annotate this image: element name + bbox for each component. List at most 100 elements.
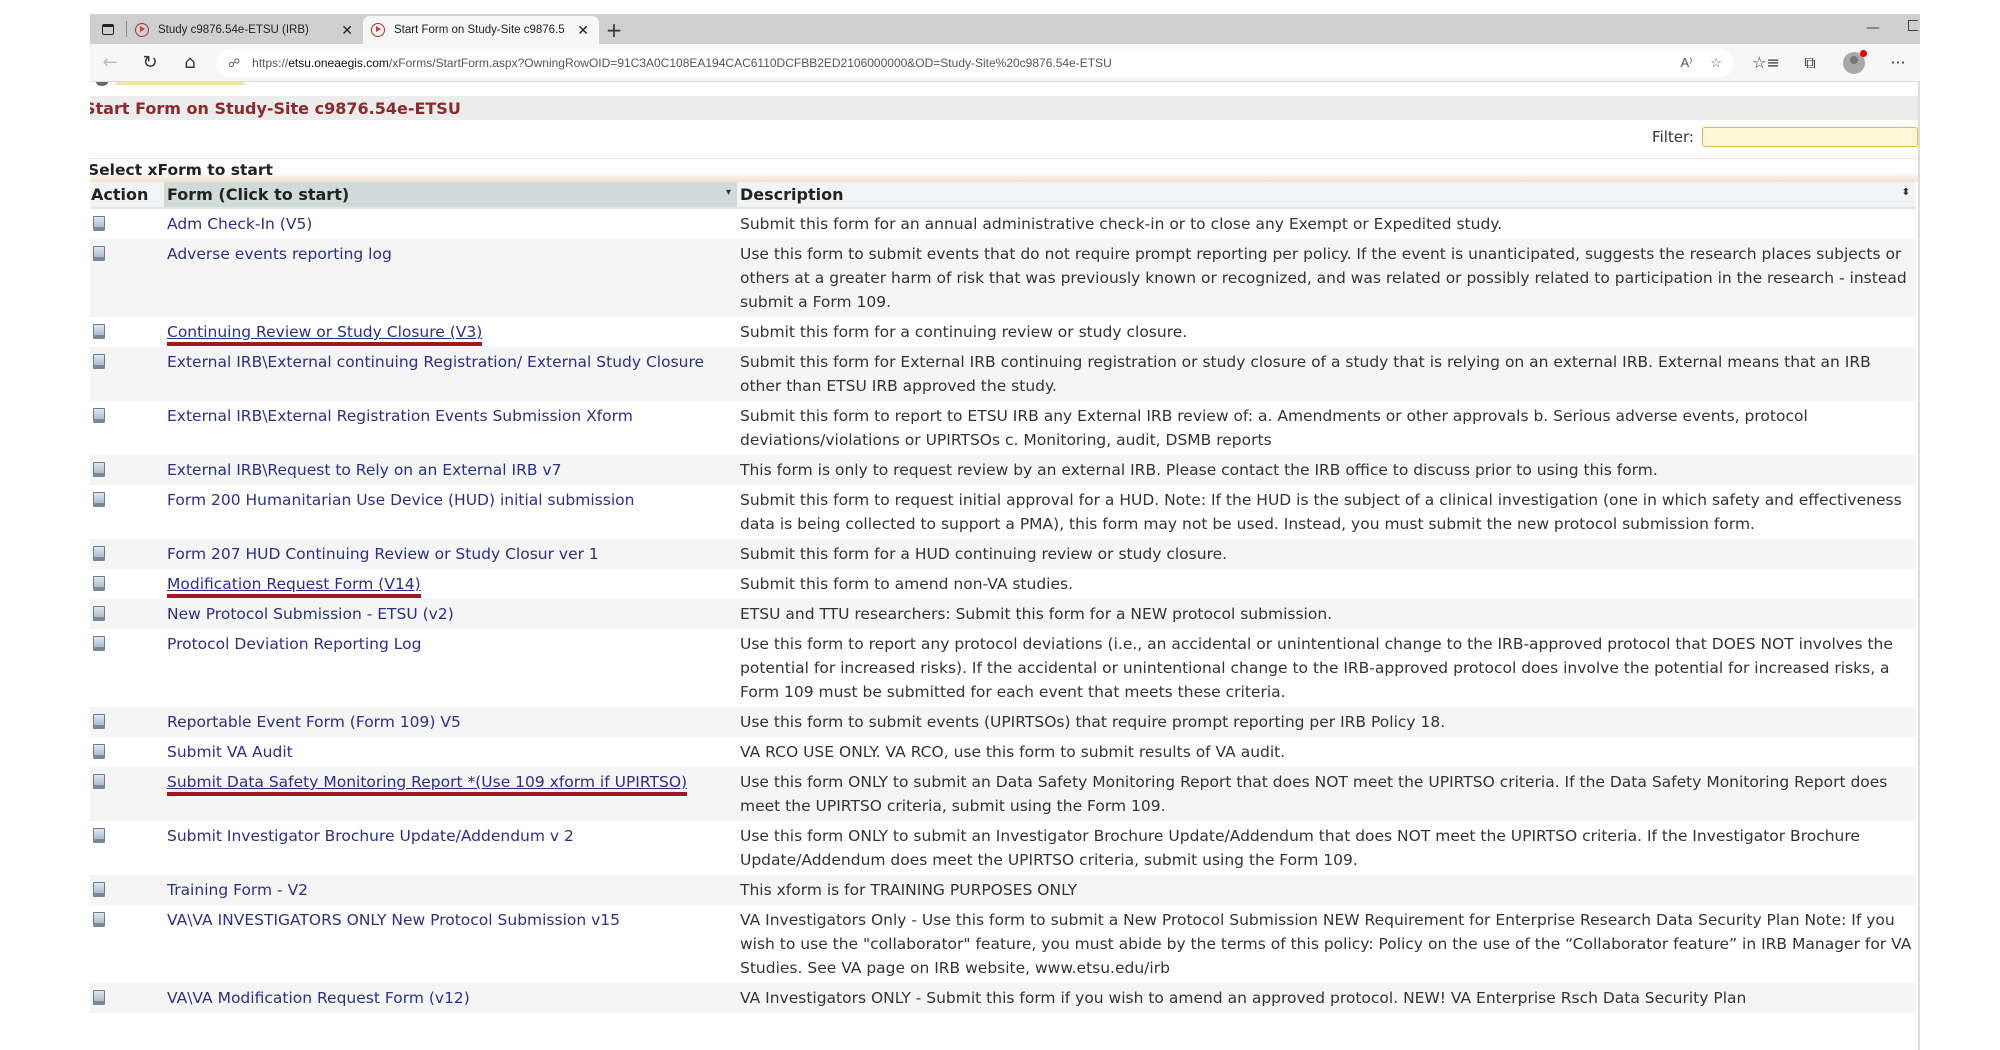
document-icon[interactable] bbox=[93, 636, 105, 651]
page-scrollbar[interactable] bbox=[1918, 82, 1920, 1050]
form-link[interactable]: Protocol Deviation Reporting Log bbox=[167, 635, 421, 653]
action-cell bbox=[90, 629, 164, 707]
description-cell: Use this form to report any protocol dev… bbox=[737, 629, 1916, 707]
action-cell bbox=[90, 455, 164, 485]
form-link[interactable]: Submit VA Audit bbox=[167, 743, 293, 761]
table-row: External IRB\Request to Rely on an Exter… bbox=[90, 455, 1916, 485]
document-icon[interactable] bbox=[93, 408, 105, 423]
document-icon[interactable] bbox=[93, 324, 105, 339]
action-cell bbox=[90, 239, 164, 317]
table-row: Protocol Deviation Reporting Log Use this… bbox=[90, 629, 1916, 707]
document-icon[interactable] bbox=[93, 462, 105, 477]
form-cell: Reportable Event Form (Form 109) V5 bbox=[164, 707, 737, 737]
action-cell bbox=[90, 875, 164, 905]
action-cell bbox=[90, 821, 164, 875]
more-menu-icon[interactable]: ··· bbox=[1876, 53, 1920, 72]
close-tab-icon[interactable]: ✕ bbox=[341, 22, 353, 39]
document-icon[interactable] bbox=[93, 354, 105, 369]
document-icon[interactable] bbox=[93, 882, 105, 897]
sort-desc-icon[interactable]: ▾ bbox=[726, 187, 731, 198]
document-icon[interactable] bbox=[93, 714, 105, 729]
action-cell bbox=[90, 905, 164, 983]
action-cell bbox=[90, 707, 164, 737]
document-icon[interactable] bbox=[93, 828, 105, 843]
document-icon[interactable] bbox=[93, 606, 105, 621]
table-row: New Protocol Submission - ETSU (v2) ETSU … bbox=[90, 599, 1916, 629]
column-header-description[interactable]: Description ⬍ bbox=[737, 182, 1916, 209]
table-row: Form 207 HUD Continuing Review or Study … bbox=[90, 539, 1916, 569]
form-cell: Continuing Review or Study Closure (V3) bbox=[164, 317, 737, 347]
site-favicon-icon bbox=[371, 23, 385, 37]
description-cell: Submit this form for a HUD continuing re… bbox=[737, 539, 1916, 569]
tab-actions-icon[interactable] bbox=[90, 14, 126, 44]
description-cell: Submit this form for External IRB contin… bbox=[737, 347, 1916, 401]
document-icon[interactable] bbox=[93, 990, 105, 1005]
form-cell: VA\VA INVESTIGATORS ONLY New Protocol Su… bbox=[164, 905, 737, 983]
form-link[interactable]: External IRB\External Registration Event… bbox=[167, 407, 633, 425]
description-cell: Submit this form to report to ETSU IRB a… bbox=[737, 401, 1916, 455]
action-cell bbox=[90, 347, 164, 401]
sort-both-icon[interactable]: ⬍ bbox=[1902, 187, 1910, 198]
read-aloud-icon[interactable]: A⁾ bbox=[1680, 55, 1692, 71]
form-cell: External IRB\Request to Rely on an Exter… bbox=[164, 455, 737, 485]
refresh-button[interactable]: ↻ bbox=[130, 44, 170, 82]
table-row: Submit VA Audit VA RCO USE ONLY. VA RCO, … bbox=[90, 737, 1916, 767]
form-link[interactable]: Reportable Event Form (Form 109) V5 bbox=[167, 713, 461, 731]
column-header-form[interactable]: Form (Click to start) ▾ bbox=[164, 182, 737, 209]
tab-start-form[interactable]: Start Form on Study-Site c9876.5 ✕ bbox=[363, 16, 599, 44]
form-link[interactable]: Form 200 Humanitarian Use Device (HUD) i… bbox=[167, 491, 634, 509]
tab-study[interactable]: Study c9876.54e-ETSU (IRB) ✕ bbox=[127, 16, 363, 44]
url-input[interactable]: ☍ https://etsu.oneaegis.com/xForms/Start… bbox=[216, 48, 1734, 77]
document-icon[interactable] bbox=[93, 576, 105, 591]
form-link[interactable]: VA\VA Modification Request Form (v12) bbox=[167, 989, 470, 1007]
home-button[interactable]: ⌂ bbox=[170, 44, 210, 82]
table-header-row: Action Form (Click to start) ▾ Descriptio… bbox=[90, 182, 1916, 209]
profile-avatar[interactable] bbox=[1843, 49, 1867, 74]
maximize-icon[interactable] bbox=[1908, 20, 1918, 31]
table-row: VA\VA Modification Request Form (v12) VA … bbox=[90, 983, 1916, 1013]
favorites-icon[interactable]: ☆≡ bbox=[1744, 53, 1788, 72]
document-icon[interactable] bbox=[93, 246, 105, 261]
close-tab-icon[interactable]: ✕ bbox=[577, 22, 589, 39]
description-cell: Submit this form for a continuing review… bbox=[737, 317, 1916, 347]
form-link[interactable]: New Protocol Submission - ETSU (v2) bbox=[167, 605, 454, 623]
action-cell bbox=[90, 485, 164, 539]
table-row: External IRB\External continuing Registr… bbox=[90, 347, 1916, 401]
new-tab-button[interactable]: + bbox=[599, 16, 629, 44]
description-cell: Submit this form for an annual administr… bbox=[737, 208, 1916, 239]
minimize-icon[interactable]: — bbox=[1866, 20, 1880, 36]
table-row: Modification Request Form (V14) Submit th… bbox=[90, 569, 1916, 599]
form-link[interactable]: Modification Request Form (V14) bbox=[167, 575, 421, 598]
action-cell bbox=[90, 539, 164, 569]
form-link[interactable]: External IRB\External continuing Registr… bbox=[167, 353, 704, 371]
form-link[interactable]: Submit Data Safety Monitoring Report *(U… bbox=[167, 773, 688, 796]
filter-label: Filter: bbox=[1652, 128, 1694, 146]
document-icon[interactable] bbox=[93, 216, 105, 231]
collections-icon[interactable]: ⧉ bbox=[1788, 53, 1832, 73]
action-cell bbox=[90, 737, 164, 767]
filter-input[interactable] bbox=[1702, 127, 1918, 147]
form-link[interactable]: External IRB\Request to Rely on an Exter… bbox=[167, 461, 561, 479]
form-link[interactable]: VA\VA INVESTIGATORS ONLY New Protocol Su… bbox=[167, 911, 620, 929]
lock-icon[interactable]: ☍ bbox=[228, 56, 240, 70]
table-row: Submit Data Safety Monitoring Report *(U… bbox=[90, 767, 1916, 821]
form-link[interactable]: Adverse events reporting log bbox=[167, 245, 392, 263]
document-icon[interactable] bbox=[93, 546, 105, 561]
add-favorite-icon[interactable]: ☆ bbox=[1710, 55, 1722, 71]
form-link[interactable]: Training Form - V2 bbox=[167, 881, 308, 899]
document-icon[interactable] bbox=[93, 774, 105, 789]
description-cell: Use this form to submit events (UPIRTSOs… bbox=[737, 707, 1916, 737]
description-cell: Use this form ONLY to submit an Data Saf… bbox=[737, 767, 1916, 821]
form-link[interactable]: Submit Investigator Brochure Update/Adde… bbox=[167, 827, 574, 845]
back-button[interactable]: ← bbox=[90, 44, 130, 82]
form-link[interactable]: Adm Check-In (V5) bbox=[167, 215, 312, 233]
document-icon[interactable] bbox=[93, 912, 105, 927]
description-cell: Submit this form to amend non-VA studies… bbox=[737, 569, 1916, 599]
action-cell bbox=[90, 983, 164, 1013]
action-cell bbox=[90, 599, 164, 629]
form-link[interactable]: Continuing Review or Study Closure (V3) bbox=[167, 323, 483, 346]
description-cell: Submit this form to request initial appr… bbox=[737, 485, 1916, 539]
document-icon[interactable] bbox=[93, 492, 105, 507]
form-link[interactable]: Form 207 HUD Continuing Review or Study … bbox=[167, 545, 599, 563]
document-icon[interactable] bbox=[93, 744, 105, 759]
